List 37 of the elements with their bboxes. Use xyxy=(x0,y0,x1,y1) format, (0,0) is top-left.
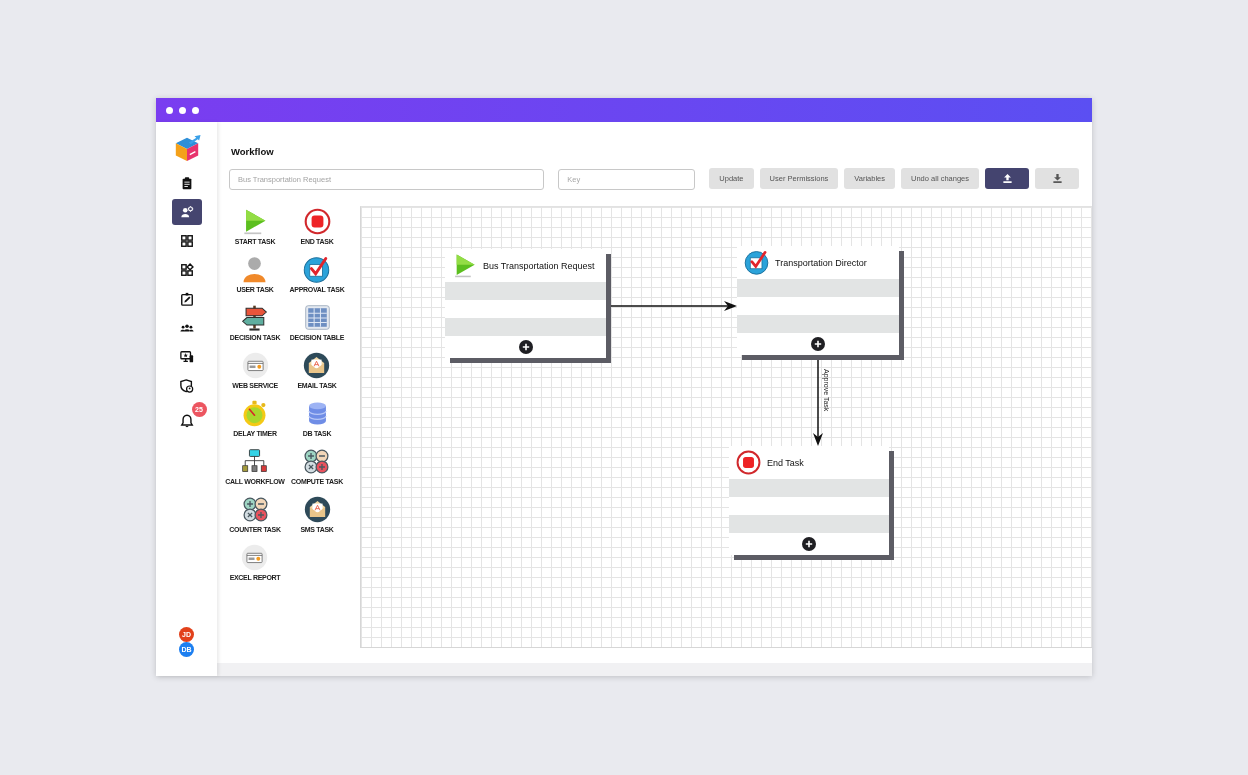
user-gear-icon xyxy=(179,205,194,219)
plus-icon xyxy=(521,343,530,351)
upload-icon xyxy=(1001,173,1013,184)
add-step-button[interactable] xyxy=(518,340,533,354)
bell-icon xyxy=(179,414,194,428)
math-operators-icon xyxy=(241,496,269,523)
grid-icon xyxy=(179,234,194,248)
play-icon xyxy=(452,253,477,278)
shield-icon xyxy=(179,379,194,393)
add-step-button[interactable] xyxy=(802,537,816,551)
envelope-icon xyxy=(303,496,331,523)
add-step-button[interactable] xyxy=(811,337,825,351)
browser-window-icon xyxy=(241,544,269,571)
widgets-icon xyxy=(179,263,194,277)
math-operators-icon xyxy=(303,448,331,475)
upload-button[interactable] xyxy=(985,168,1029,189)
checkbox-icon xyxy=(303,256,331,283)
window-dots-icon xyxy=(166,106,199,114)
nav-button[interactable] xyxy=(171,199,202,225)
table-icon xyxy=(303,304,331,331)
download-button[interactable] xyxy=(1035,168,1079,189)
hierarchy-icon xyxy=(241,448,269,475)
page-title: Workflow xyxy=(231,146,274,158)
download-icon xyxy=(1051,173,1063,184)
plus-icon xyxy=(805,540,813,548)
node-title: End Task xyxy=(767,457,804,468)
plus-icon xyxy=(814,340,822,348)
browser-window-icon xyxy=(241,352,269,379)
edit-icon xyxy=(179,292,194,306)
node-title: Transportation Director xyxy=(775,257,867,268)
envelope-icon xyxy=(303,352,331,379)
stop-icon xyxy=(303,208,331,235)
checkbox-icon xyxy=(744,250,769,275)
stop-icon xyxy=(736,450,761,475)
node-title: Bus Transportation Request xyxy=(483,260,595,271)
signpost-icon xyxy=(241,304,269,331)
monitor-icon xyxy=(179,350,194,364)
